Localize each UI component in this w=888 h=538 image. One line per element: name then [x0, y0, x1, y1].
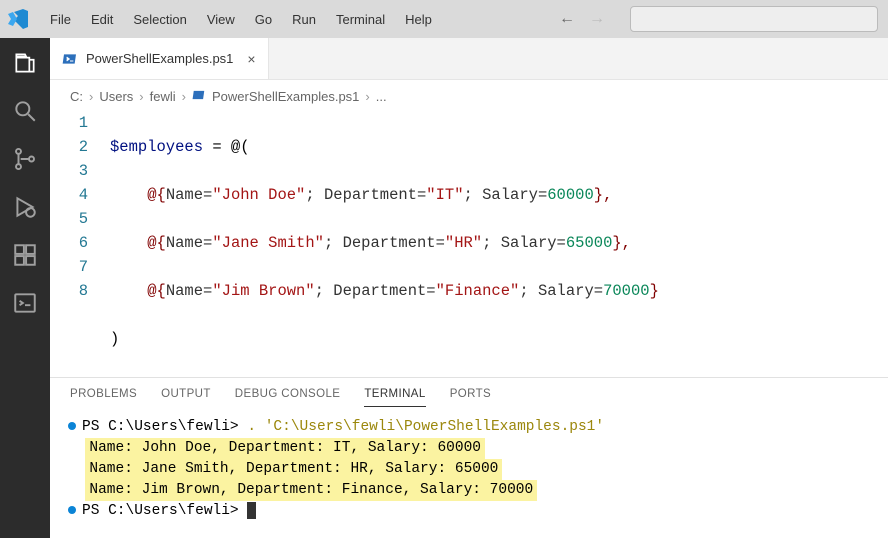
prompt-dot-icon — [68, 506, 76, 514]
terminal-output: Name: Jane Smith, Department: HR, Salary… — [85, 459, 502, 480]
main-area: PowerShellExamples.ps1 × C: › Users › fewl… — [0, 38, 888, 538]
terminal-line: Name: Jane Smith, Department: HR, Salary… — [68, 459, 870, 480]
code-token: Department= — [324, 282, 436, 300]
line-number-gutter: 1 2 3 4 5 6 7 8 — [50, 111, 110, 377]
chevron-right-icon: › — [89, 89, 93, 104]
cursor-icon — [247, 502, 256, 519]
breadcrumb-part[interactable]: ... — [376, 89, 387, 104]
code-token: "Finance" — [436, 282, 520, 300]
code-token: = @( — [203, 138, 250, 156]
breadcrumb[interactable]: C: › Users › fewli › PowerShellExamples.ps1… — [50, 80, 888, 107]
code-token: 60000 — [547, 186, 594, 204]
panel-tab-debug-console[interactable]: DEBUG CONSOLE — [235, 388, 341, 407]
code-token: Department= — [333, 234, 445, 252]
vscode-logo-icon — [6, 7, 30, 31]
menu-edit[interactable]: Edit — [81, 6, 123, 33]
nav-back-icon[interactable]: ← — [558, 10, 576, 28]
code-token: }, — [594, 186, 613, 204]
code-token: "HR" — [445, 234, 482, 252]
code-token: "Jane Smith" — [212, 234, 324, 252]
code-token: @{ — [147, 186, 166, 204]
code-token: } — [650, 282, 659, 300]
nav-forward-icon[interactable]: → — [588, 10, 606, 28]
terminal-line: PS C:\Users\fewli> — [68, 501, 870, 522]
line-number: 7 — [50, 255, 88, 279]
code-token: @{ — [147, 282, 166, 300]
chevron-right-icon: › — [182, 89, 186, 104]
terminal-prompt: PS C:\Users\fewli> — [82, 503, 247, 519]
tab-powershellexamples[interactable]: PowerShellExamples.ps1 × — [50, 38, 269, 79]
panel-tab-output[interactable]: OUTPUT — [161, 388, 211, 407]
code-token: Salary= — [473, 186, 547, 204]
menu-go[interactable]: Go — [245, 6, 282, 33]
source-control-icon[interactable] — [12, 146, 38, 172]
panel-tab-terminal[interactable]: TERMINAL — [364, 388, 425, 407]
code-token: Name= — [166, 282, 213, 300]
activity-bar — [0, 38, 50, 538]
chevron-right-icon: › — [365, 89, 369, 104]
code-body[interactable]: $employees = @( @{Name="John Doe"; Depar… — [110, 111, 888, 377]
line-number: 2 — [50, 135, 88, 159]
line-number: 5 — [50, 207, 88, 231]
code-token: "Jim Brown" — [212, 282, 314, 300]
nav-arrows: ← → — [558, 6, 882, 32]
code-token: "John Doe" — [212, 186, 305, 204]
search-icon[interactable] — [12, 98, 38, 124]
code-token: @{ — [147, 234, 166, 252]
breadcrumb-part[interactable]: fewli — [150, 89, 176, 104]
menu-run[interactable]: Run — [282, 6, 326, 33]
code-token: $employees — [110, 138, 203, 156]
terminal-view[interactable]: PS C:\Users\fewli> . 'C:\Users\fewli\Pow… — [50, 407, 888, 538]
code-token: ) — [110, 330, 119, 348]
menu-view[interactable]: View — [197, 6, 245, 33]
terminal-command: . 'C:\Users\fewli\PowerShellExamples.ps1… — [247, 419, 604, 435]
terminal-output: Name: Jim Brown, Department: Finance, Sa… — [85, 480, 537, 501]
prompt-dot-icon — [68, 422, 76, 430]
menu-terminal[interactable]: Terminal — [326, 6, 395, 33]
breadcrumb-part[interactable]: C: — [70, 89, 83, 104]
code-token: 65000 — [566, 234, 613, 252]
terminal-line: PS C:\Users\fewli> . 'C:\Users\fewli\Pow… — [68, 417, 870, 438]
code-token: 70000 — [603, 282, 650, 300]
breadcrumb-part[interactable]: PowerShellExamples.ps1 — [212, 89, 359, 104]
tab-bar: PowerShellExamples.ps1 × — [50, 38, 888, 80]
breadcrumb-part[interactable]: Users — [99, 89, 133, 104]
line-number: 6 — [50, 231, 88, 255]
extensions-icon[interactable] — [12, 242, 38, 268]
chevron-right-icon: › — [139, 89, 143, 104]
menubar: File Edit Selection View Go Run Terminal… — [0, 0, 888, 38]
menu-help[interactable]: Help — [395, 6, 442, 33]
run-debug-icon[interactable] — [12, 194, 38, 220]
close-icon[interactable]: × — [247, 51, 255, 67]
menu-selection[interactable]: Selection — [123, 6, 196, 33]
code-token: Department= — [315, 186, 427, 204]
code-editor[interactable]: 1 2 3 4 5 6 7 8 $employees = @( @{Name="… — [50, 107, 888, 377]
bottom-panel: PROBLEMS OUTPUT DEBUG CONSOLE TERMINAL P… — [50, 377, 888, 538]
code-token: Name= — [166, 234, 213, 252]
code-token: }, — [612, 234, 631, 252]
panel-tabs: PROBLEMS OUTPUT DEBUG CONSOLE TERMINAL P… — [50, 378, 888, 407]
code-token: Name= — [166, 186, 213, 204]
terminal-panel-icon[interactable] — [12, 290, 38, 316]
powershell-file-icon — [62, 51, 78, 67]
terminal-line: Name: John Doe, Department: IT, Salary: … — [68, 438, 870, 459]
terminal-line: Name: Jim Brown, Department: Finance, Sa… — [68, 480, 870, 501]
explorer-icon[interactable] — [12, 50, 38, 76]
command-center-search[interactable] — [630, 6, 878, 32]
editor-content: PowerShellExamples.ps1 × C: › Users › fewl… — [50, 38, 888, 538]
line-number: 4 — [50, 183, 88, 207]
code-token: Salary= — [491, 234, 565, 252]
line-number: 1 — [50, 111, 88, 135]
terminal-prompt: PS C:\Users\fewli> — [82, 419, 247, 435]
tab-label: PowerShellExamples.ps1 — [86, 51, 233, 66]
line-number: 3 — [50, 159, 88, 183]
panel-tab-problems[interactable]: PROBLEMS — [70, 388, 137, 407]
terminal-output: Name: John Doe, Department: IT, Salary: … — [85, 438, 485, 459]
powershell-file-icon — [192, 88, 206, 105]
menu-file[interactable]: File — [40, 6, 81, 33]
line-number: 8 — [50, 279, 88, 303]
code-token: "IT" — [426, 186, 463, 204]
code-token: Salary= — [529, 282, 603, 300]
panel-tab-ports[interactable]: PORTS — [450, 388, 491, 407]
